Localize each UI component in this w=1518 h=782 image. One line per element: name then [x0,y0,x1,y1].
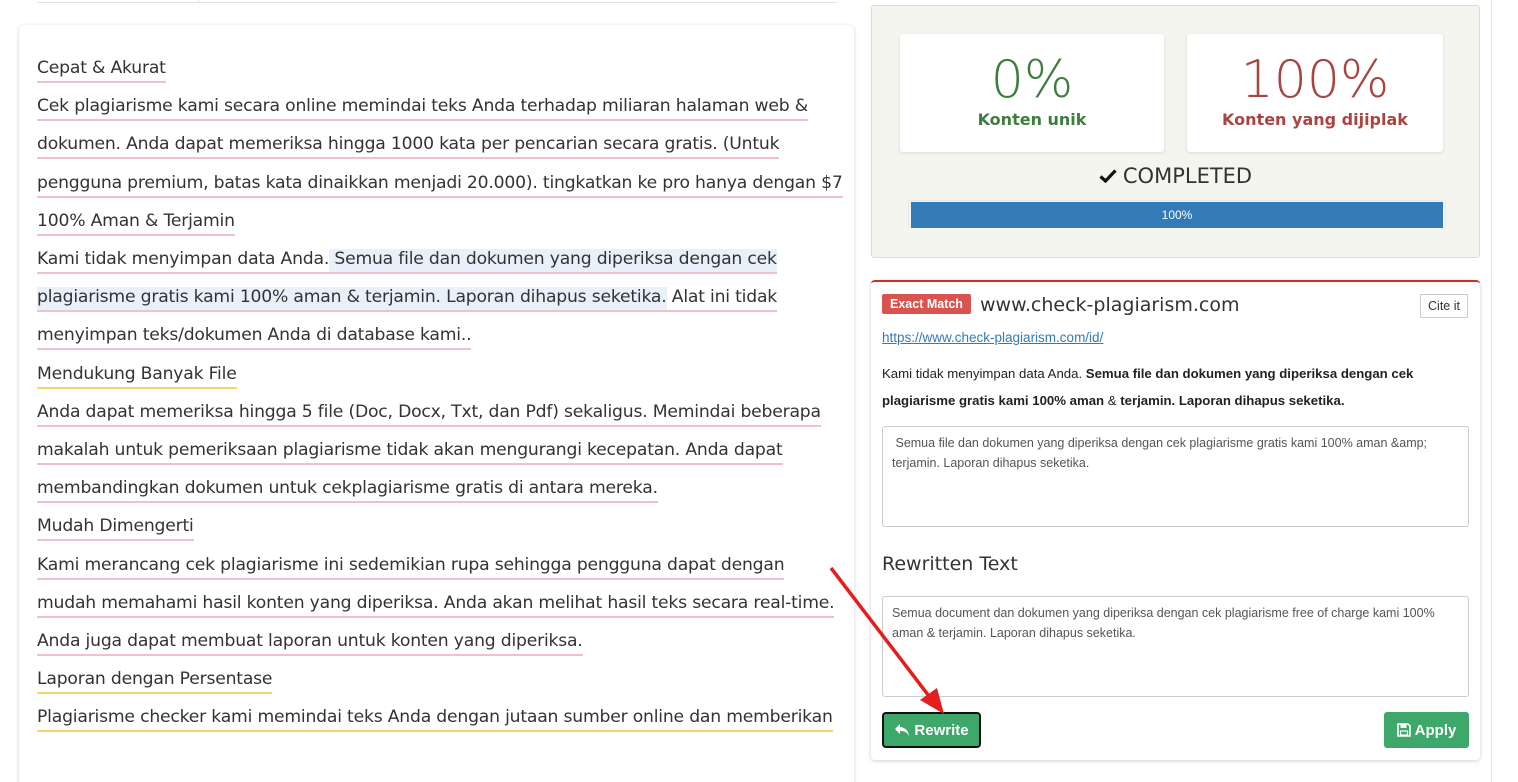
matched-sentence: Kami tidak menyimpan data Anda. Semua fi… [882,360,1472,414]
results-summary-panel: 0% Konten unik 100% Konten yang dijiplak… [871,5,1480,258]
progress-bar: 100% [908,200,1446,228]
progress-fill: 100% [911,202,1443,228]
plagiarized-percentage: 100% [1240,50,1390,110]
text-segment[interactable]: Laporan dengan Persentase [37,669,272,695]
apply-button-label: Apply [1414,721,1457,739]
match-amp-text: & [1104,393,1121,408]
text-segment[interactable]: Mendukung Banyak File [37,363,237,389]
checked-text-body[interactable]: Cepat & Akurat Cek plagiarisme kami secar… [37,49,847,737]
unique-label: Konten unik [977,110,1087,129]
rewritten-text-area[interactable]: Semua document dan dokumen yang diperiks… [882,596,1469,697]
plagiarized-label: Konten yang dijiplak [1222,110,1408,129]
text-segment[interactable]: Cek plagiarisme kami secara online memin… [37,96,843,198]
unique-percentage: 0% [990,50,1074,110]
exact-match-badge: Exact Match [882,294,971,314]
apply-button[interactable]: Apply [1384,712,1469,748]
unique-content-card: 0% Konten unik [900,34,1164,152]
original-text-area[interactable]: Semua file dan dokumen yang diperiksa de… [882,426,1469,527]
text-segment[interactable]: Mudah Dimengerti [37,516,194,542]
text-segment[interactable]: Plagiarisme checker kami memindai teks A… [37,707,833,733]
input-text-panel: Cepat & Akurat Cek plagiarisme kami secar… [19,25,854,782]
text-segment[interactable]: 100% Aman & Terjamin [37,210,235,236]
rewrite-button-label: Rewrite [914,721,969,739]
rewritten-text-heading: Rewritten Text [882,553,1018,575]
tab-strip [37,0,837,3]
reply-arrow-icon [895,724,910,736]
floppy-disk-icon [1396,723,1411,737]
text-segment[interactable]: Kami merancang cek plagiarisme ini sedem… [37,554,835,657]
tab-active[interactable] [37,0,199,3]
cite-button[interactable]: Cite it [1420,294,1468,318]
plagiarized-content-card: 100% Konten yang dijiplak [1187,34,1443,152]
text-segment[interactable]: Cepat & Akurat [37,58,166,83]
status-text: COMPLETED [1122,164,1253,188]
status-line: COMPLETED [872,164,1479,188]
text-segment[interactable]: Kami tidak menyimpan data Anda. [37,249,329,275]
match-plain-text: Kami tidak menyimpan data Anda. [882,366,1086,381]
match-result-panel: Exact Match www.check-plagiarism.com Cit… [871,280,1480,760]
check-icon [1099,169,1117,183]
text-segment[interactable]: Anda dapat memeriksa hingga 5 file (Doc,… [37,401,821,504]
match-bold-text-2: terjamin. Laporan dihapus seketika. [1120,393,1345,408]
source-domain: www.check-plagiarism.com [980,294,1240,316]
source-url-link[interactable]: https://www.check-plagiarism.com/id/ [882,330,1103,345]
page-edge [1491,0,1492,782]
rewrite-button[interactable]: Rewrite [882,712,981,748]
